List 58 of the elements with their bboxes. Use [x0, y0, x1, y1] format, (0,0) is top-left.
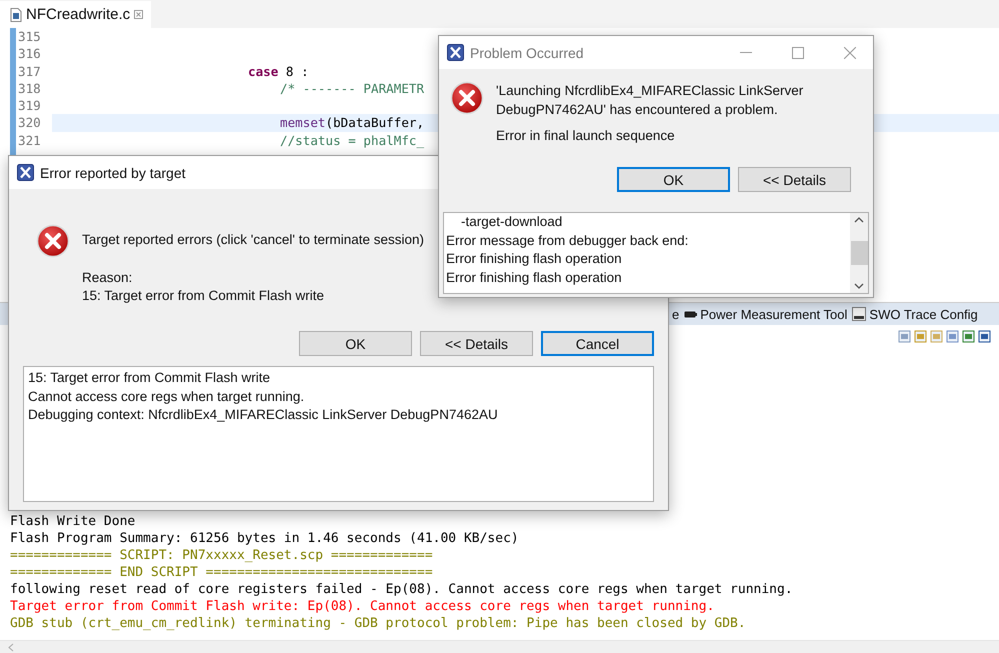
scroll-thumb[interactable] [850, 241, 868, 265]
code-line: /* ------- PARAMETR [280, 80, 424, 98]
dialog-button[interactable]: Cancel [541, 331, 654, 356]
reason-text: 15: Target error from Commit Flash write [82, 287, 326, 305]
toolbar-icon[interactable] [962, 330, 975, 342]
line-number: 320 [17, 114, 42, 132]
close-icon[interactable] [134, 10, 144, 19]
line-number: 315 [17, 28, 42, 46]
error-detail: Error in final launch sequence [496, 127, 676, 145]
console-line: ============= SCRIPT: PN7xxxxx_Reset.scp ============= [10, 547, 434, 564]
battery-icon [684, 310, 698, 318]
current-code-line: memset(bDataBuffer, [280, 114, 424, 132]
console-line: Flash Program Summary: 61256 bytes in 1.46 seconds (41.00 KB/sec) [10, 530, 520, 547]
code-line: //status = phalMfc_ [280, 132, 424, 150]
details-line: Error finishing flash operation [446, 250, 623, 268]
vertical-scrollbar[interactable] [850, 213, 868, 293]
console-line: ============= END SCRIPT ============================= [10, 564, 434, 581]
horizontal-scrollbar[interactable] [0, 640, 999, 653]
chip-icon [852, 307, 866, 321]
c-file-icon [10, 8, 22, 22]
details-line: Error finishing flash operation [446, 268, 623, 287]
view-tab[interactable]: e [672, 306, 680, 322]
dialog-button[interactable]: OK [299, 331, 412, 356]
console-line: following reset read of core registers failed - Ep(08). Cannot access core regs when target running. [10, 581, 794, 598]
console-line: GDB stub (crt_emu_cm_redlink) terminating - GDB protocol problem: Pipe has been closed by GDB. [10, 615, 747, 632]
details-line: Cannot access core regs when target running. [28, 388, 306, 406]
editor-tab[interactable]: NFCreadwrite.c [0, 1, 152, 28]
console-line: Flash Write Done [10, 513, 136, 530]
error-message: Target reported errors (click 'cancel' to terminate session) [82, 231, 424, 249]
dialog-button[interactable]: << Details [738, 167, 851, 192]
window-title: Error reported by target [40, 164, 187, 180]
window-title: Problem Occurred [470, 44, 585, 60]
view-tab[interactable]: SWO Trace Config [852, 306, 978, 322]
error-icon [450, 81, 484, 115]
error-message: 'Launching NfcrdlibEx4_MIFAREClassic LinkServer DebugPN7462AU' has encountered a problem. [496, 82, 804, 119]
app-icon [17, 164, 34, 181]
dialog-button[interactable]: OK [617, 167, 730, 192]
view-tab[interactable]: Power Measurement Tool [684, 306, 848, 322]
line-number: 318 [17, 80, 42, 98]
app-icon [447, 44, 464, 61]
toolbar-icon[interactable] [946, 330, 959, 342]
scroll-left-icon[interactable] [8, 642, 14, 652]
line-number: 319 [17, 97, 42, 114]
reason-label: Reason: [82, 269, 134, 287]
details-line: Error message from debugger back end: [446, 232, 690, 250]
dialog-button[interactable]: << Details [420, 331, 533, 356]
error-icon [36, 224, 70, 258]
details-line: Debugging context: NfcrdlibEx4_MIFAREClassic LinkServer DebugPN7462AU [28, 406, 499, 424]
line-number: 317 [17, 62, 42, 80]
scroll-up-icon[interactable] [854, 216, 864, 223]
line-number: 321 [17, 132, 42, 150]
line-number: 316 [17, 45, 42, 63]
details-line: 15: Target error from Commit Flash write [28, 369, 272, 387]
console-line: Target error from Commit Flash write: Ep(08). Cannot access core regs when target running. [10, 598, 716, 615]
toolbar-icon[interactable] [978, 330, 991, 342]
details-line: -target-download [460, 213, 564, 231]
code-line: case 8 : [248, 62, 309, 80]
scroll-down-icon[interactable] [854, 283, 864, 290]
